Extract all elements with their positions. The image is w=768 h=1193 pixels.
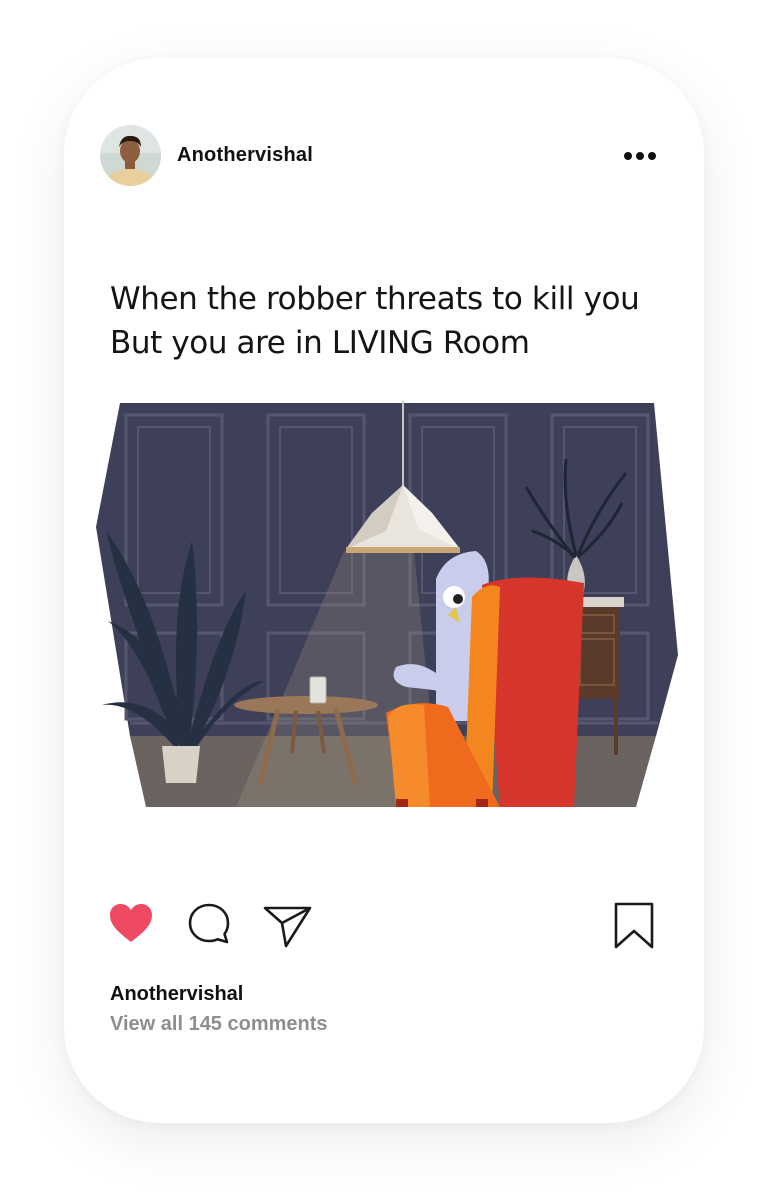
post-username[interactable]: Anothervishal [177, 144, 313, 167]
bookmark-icon[interactable] [612, 901, 656, 951]
meme-caption-line-2: But you are in LIVING Room [110, 325, 530, 361]
comment-bubble-icon[interactable] [186, 901, 232, 947]
like-heart-icon[interactable] [108, 901, 154, 947]
share-paper-plane-icon[interactable] [262, 903, 314, 949]
meme-caption-line-1: When the robber threats to kill you [110, 281, 640, 317]
avatar[interactable] [100, 125, 161, 186]
post-card: Anothervishal When the robber threats to… [64, 58, 704, 1123]
view-all-comments-link[interactable]: View all 145 comments [110, 1013, 328, 1036]
meme-caption: When the robber threats to kill you But … [110, 277, 670, 365]
living-room-illustration [96, 401, 678, 807]
post-image[interactable]: When the robber threats to kill you But … [64, 221, 704, 861]
post-author-name[interactable]: Anothervishal [110, 983, 243, 1006]
more-options-icon[interactable] [620, 146, 660, 166]
